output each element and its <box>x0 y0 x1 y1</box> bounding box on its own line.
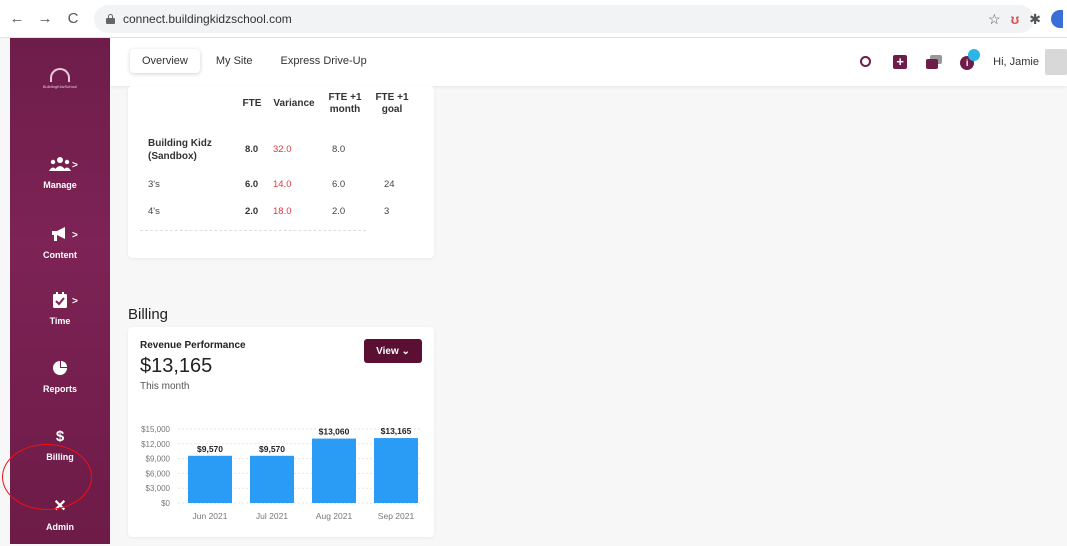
table-cell-fte-month: 6.0 <box>332 179 346 190</box>
forward-arrow-icon[interactable]: → <box>34 8 56 30</box>
puzzle-extension-icon[interactable]: ✱ <box>1029 11 1041 28</box>
star-icon[interactable]: ☆ <box>988 11 1001 28</box>
sidebar: BuildingKidzSchool > Manage > Content > … <box>10 38 110 544</box>
pocket-extension-icon[interactable]: ʊ <box>1011 11 1020 27</box>
chat-icon[interactable] <box>925 53 943 71</box>
bar-data-label: $13,060 <box>319 427 350 437</box>
table-cell-fte-month: 2.0 <box>332 206 346 217</box>
sidebar-item-manage[interactable]: > Manage <box>10 154 110 204</box>
table-cell-fte-month: 8.0 <box>332 144 346 155</box>
table-header-fte-month: FTE +1 month <box>328 92 362 115</box>
sidebar-item-admin[interactable]: ✕ Admin <box>10 496 110 546</box>
school-logo[interactable]: BuildingKidzSchool <box>36 68 84 96</box>
x-tick-label: Aug 2021 <box>316 511 353 521</box>
tab-overview[interactable]: Overview <box>130 49 200 73</box>
browser-toolbar: ← → C connect.buildingkidzschool.com ☆ ʊ… <box>0 0 1067 38</box>
table-cell-goal: 3 <box>384 206 390 217</box>
y-tick-label: $9,000 <box>146 455 171 464</box>
profile-icon[interactable] <box>1051 10 1063 28</box>
sidebar-item-reports[interactable]: Reports <box>10 358 110 408</box>
sidebar-item-billing[interactable]: $ Billing <box>10 426 110 476</box>
avatar[interactable] <box>1045 49 1067 75</box>
y-tick-label: $3,000 <box>146 484 171 493</box>
users-icon <box>49 154 71 174</box>
pie-chart-icon <box>49 358 71 378</box>
billing-section-title: Billing <box>128 306 169 323</box>
revenue-performance-card: Revenue Performance $13,165 This month V… <box>128 327 434 537</box>
sidebar-item-label: Content <box>43 250 77 260</box>
sidebar-item-content[interactable]: > Content <box>10 224 110 274</box>
revenue-card-title: Revenue Performance <box>140 340 246 351</box>
tools-icon: ✕ <box>53 498 67 515</box>
x-tick-label: Sep 2021 <box>378 511 415 521</box>
top-header: Overview My Site Express Drive-Up + i Hi… <box>110 38 1067 86</box>
table-cell-fte: 2.0 <box>245 206 259 217</box>
table-cell-goal: 24 <box>384 179 395 190</box>
y-tick-label: $12,000 <box>141 440 170 449</box>
sidebar-item-label: Reports <box>42 384 77 394</box>
sidebar-item-label: Time <box>49 316 71 326</box>
x-tick-label: Jun 2021 <box>193 511 228 521</box>
chart-bar[interactable] <box>250 455 294 503</box>
search-icon[interactable] <box>857 53 875 71</box>
table-header-variance: Variance <box>273 98 315 109</box>
calendar-icon <box>49 290 71 310</box>
x-tick-label: Jul 2021 <box>256 511 288 521</box>
logo-arch-icon <box>50 68 70 82</box>
back-arrow-icon[interactable]: ← <box>6 8 28 30</box>
add-icon[interactable]: + <box>891 53 909 71</box>
bar-data-label: $13,165 <box>381 426 412 436</box>
chart-bar[interactable] <box>188 455 232 503</box>
info-icon[interactable]: i <box>959 49 981 71</box>
header-actions: + i Hi, Jamie <box>857 38 1067 86</box>
logo-text: BuildingKidzSchool <box>42 84 78 89</box>
revenue-amount: $13,165 <box>140 355 213 377</box>
address-bar[interactable]: connect.buildingkidzschool.com <box>94 4 1034 33</box>
chevron-right-icon: > <box>72 160 78 171</box>
tab-express-drive-up[interactable]: Express Drive-Up <box>269 49 379 73</box>
chevron-right-icon: > <box>72 230 78 241</box>
nav-tabs: Overview My Site Express Drive-Up <box>130 49 379 73</box>
tab-my-site[interactable]: My Site <box>204 49 265 73</box>
table-header-fte: FTE <box>242 98 262 109</box>
revenue-period: This month <box>140 381 190 392</box>
reload-icon[interactable]: C <box>62 8 84 30</box>
fte-table-card: FTE Variance FTE +1 month FTE +1 goal Buil… <box>128 86 434 258</box>
notification-badge <box>968 49 981 61</box>
table-cell-fte: 8.0 <box>245 144 259 155</box>
megaphone-icon <box>49 224 71 244</box>
table-cell-variance: 14.0 <box>273 179 292 190</box>
table-cell-variance: 18.0 <box>273 206 292 217</box>
sidebar-item-time[interactable]: > Time <box>10 290 110 340</box>
y-tick-label: $6,000 <box>146 469 171 478</box>
lock-icon <box>106 13 115 24</box>
dollar-icon: $ <box>55 427 65 445</box>
table-row-name: Building Kidz (Sandbox) <box>148 138 212 162</box>
chart-bar[interactable] <box>312 438 356 503</box>
sidebar-item-label: Billing <box>46 452 74 462</box>
bar-data-label: $9,570 <box>259 444 285 454</box>
table-row-name: 3's <box>148 179 160 190</box>
sidebar-item-label: Admin <box>46 522 74 532</box>
table-row-name: 4's <box>148 206 160 217</box>
chevron-right-icon: > <box>72 296 78 307</box>
url-text: connect.buildingkidzschool.com <box>123 11 292 26</box>
extension-bar: ☆ ʊ ✱ <box>988 0 1067 38</box>
bar-data-label: $9,570 <box>197 444 223 454</box>
y-tick-label: $15,000 <box>141 425 170 434</box>
table-divider <box>140 230 366 231</box>
user-greeting[interactable]: Hi, Jamie <box>993 56 1039 68</box>
chart-bar[interactable] <box>374 438 418 503</box>
revenue-bar-chart: $0 $3,000 $6,000 $9,000 $12,000 $15,000 $9,570… <box>141 425 422 521</box>
y-tick-label: $0 <box>161 499 170 508</box>
table-cell-fte: 6.0 <box>245 179 259 190</box>
table-header-fte-goal: FTE +1 goal <box>375 92 409 115</box>
table-cell-variance: 32.0 <box>273 144 292 155</box>
sidebar-item-label: Manage <box>43 180 77 190</box>
view-dropdown-button[interactable]: View ⌄ <box>364 339 422 363</box>
